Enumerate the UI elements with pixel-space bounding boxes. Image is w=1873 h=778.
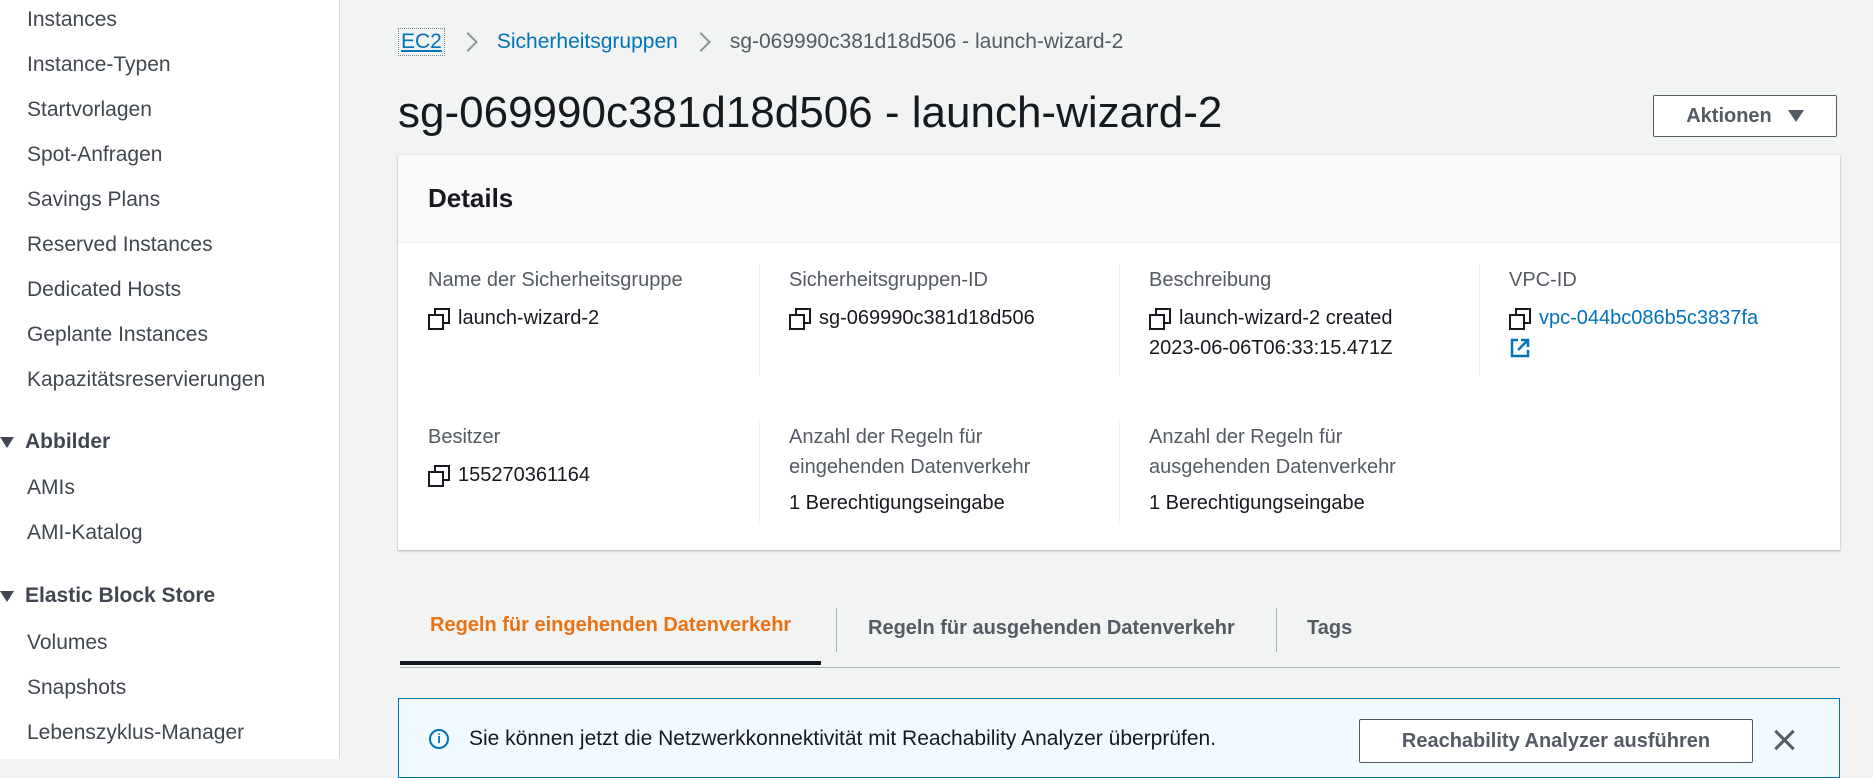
field-sg-id: Sicherheitsgruppen-ID sg-069990c381d18d5… [789,265,1119,333]
external-link-icon[interactable] [1509,337,1531,359]
sidebar-section-label: Elastic Block Store [25,584,216,607]
field-value: vpc-044bc086b5c3837fa [1509,303,1839,333]
page-title: sg-069990c381d18d506 - launch-wizard-2 [398,88,1223,137]
close-icon[interactable] [1771,727,1797,753]
field-inbound-count: Anzahl der Regeln für eingehenden Datenv… [789,422,1089,518]
main-content: EC2 Sicherheitsgruppen sg-069990c381d18d… [340,0,1873,778]
field-label: Anzahl der Regeln für eingehenden Datenv… [789,426,1031,478]
sidebar-item-ami-catalog[interactable]: AMI-Katalog [27,521,143,545]
actions-label: Aktionen [1686,104,1772,127]
chevron-right-icon [690,32,711,52]
column-divider [759,265,760,375]
chevron-right-icon [457,32,478,52]
owner-value: 155270361164 [458,464,590,486]
sidebar-item-lifecycle-manager[interactable]: Lebenszyklus-Manager [27,721,244,745]
alert-message: Sie können jetzt die Netzwerkkonnektivit… [469,727,1217,750]
sidebar-item-savings-plans[interactable]: Savings Plans [27,188,160,212]
sidebar-item-launch-templates[interactable]: Startvorlagen [27,98,152,122]
field-value: launch-wizard-2 [428,303,758,333]
info-alert: i Sie können jetzt die Netzwerkkonnektiv… [398,698,1840,778]
tab-tags[interactable]: Tags [1307,590,1352,667]
field-value: sg-069990c381d18d506 [789,303,1119,333]
copy-icon[interactable] [428,308,450,330]
sidebar-item-reserved-instances[interactable]: Reserved Instances [27,233,213,257]
column-divider [759,422,760,522]
caret-down-icon [0,436,14,448]
copy-icon[interactable] [1509,308,1531,330]
vpc-id-link[interactable]: vpc-044bc086b5c3837fa [1539,303,1758,333]
breadcrumb-ec2-link[interactable]: EC2 [398,28,445,56]
column-divider [1479,265,1480,375]
description-value: launch-wizard-2 created 2023-06-06T06:33… [1149,307,1393,359]
copy-icon[interactable] [789,308,811,330]
tab-inbound-rules[interactable]: Regeln für eingehenden Datenverkehr [400,590,822,665]
sidebar-item-instance-types[interactable]: Instance-Typen [27,53,171,77]
caret-down-icon [0,590,14,602]
field-label: Name der Sicherheitsgruppe [428,269,683,291]
sg-id-value: sg-069990c381d18d506 [819,307,1035,329]
inbound-count-value: 1 Berechtigungseingabe [789,492,1005,514]
field-label: Sicherheitsgruppen-ID [789,269,988,291]
details-panel: Details Name der Sicherheitsgruppe launc… [398,155,1840,550]
copy-icon[interactable] [1149,308,1171,330]
field-outbound-count: Anzahl der Regeln für ausgehenden Datenv… [1149,422,1449,518]
sidebar-section-ebs[interactable]: Elastic Block Store [0,584,215,608]
sidebar-section-label: Abbilder [25,430,111,453]
details-heading: Details [428,183,514,213]
sidebar-item-instances[interactable]: Instances [27,8,117,32]
sidebar-item-dedicated-hosts[interactable]: Dedicated Hosts [27,278,181,302]
actions-dropdown-button[interactable]: Aktionen [1653,95,1837,137]
field-value: launch-wizard-2 created 2023-06-06T06:33… [1149,303,1439,363]
breadcrumb-security-groups-link[interactable]: Sicherheitsgruppen [497,30,678,54]
caret-down-icon [1787,110,1804,122]
run-reachability-analyzer-button[interactable]: Reachability Analyzer ausführen [1359,719,1753,763]
details-header: Details [398,155,1840,243]
sidebar-section-images[interactable]: Abbilder [0,430,110,454]
sidebar-item-amis[interactable]: AMIs [27,476,75,500]
field-value: 155270361164 [428,460,758,490]
field-label: Anzahl der Regeln für ausgehenden Datenv… [1149,426,1396,478]
sidebar-item-volumes[interactable]: Volumes [27,631,108,655]
field-description: Beschreibung launch-wizard-2 created 202… [1149,265,1439,363]
breadcrumb-current: sg-069990c381d18d506 - launch-wizard-2 [729,30,1124,53]
tab-bar: Regeln für eingehenden Datenverkehr Rege… [400,590,1840,668]
field-vpc-id: VPC-ID vpc-044bc086b5c3837fa [1509,265,1839,364]
field-label: Beschreibung [1149,269,1272,291]
outbound-count-value: 1 Berechtigungseingabe [1149,492,1365,514]
sidebar-item-capacity-reservations[interactable]: Kapazitätsreservierungen [27,368,265,392]
sidebar-nav: Instances Instance-Typen Startvorlagen S… [0,0,340,759]
sg-name-value: launch-wizard-2 [458,307,600,329]
external-link-wrapper [1509,337,1839,364]
column-divider [1119,265,1120,375]
field-owner: Besitzer 155270361164 [428,422,758,490]
sidebar-item-spot-requests[interactable]: Spot-Anfragen [27,143,162,167]
column-divider [1119,422,1120,522]
field-sg-name: Name der Sicherheitsgruppe launch-wizard… [428,265,758,333]
tab-divider [1276,608,1277,652]
breadcrumb: EC2 Sicherheitsgruppen sg-069990c381d18d… [398,28,1123,56]
sidebar-item-snapshots[interactable]: Snapshots [27,676,126,700]
copy-icon[interactable] [428,465,450,487]
info-icon: i [429,729,449,749]
sidebar-item-scheduled-instances[interactable]: Geplante Instances [27,323,208,347]
tab-outbound-rules[interactable]: Regeln für ausgehenden Datenverkehr [868,590,1235,667]
field-label: VPC-ID [1509,269,1577,291]
field-label: Besitzer [428,426,501,448]
tab-divider [836,608,837,652]
